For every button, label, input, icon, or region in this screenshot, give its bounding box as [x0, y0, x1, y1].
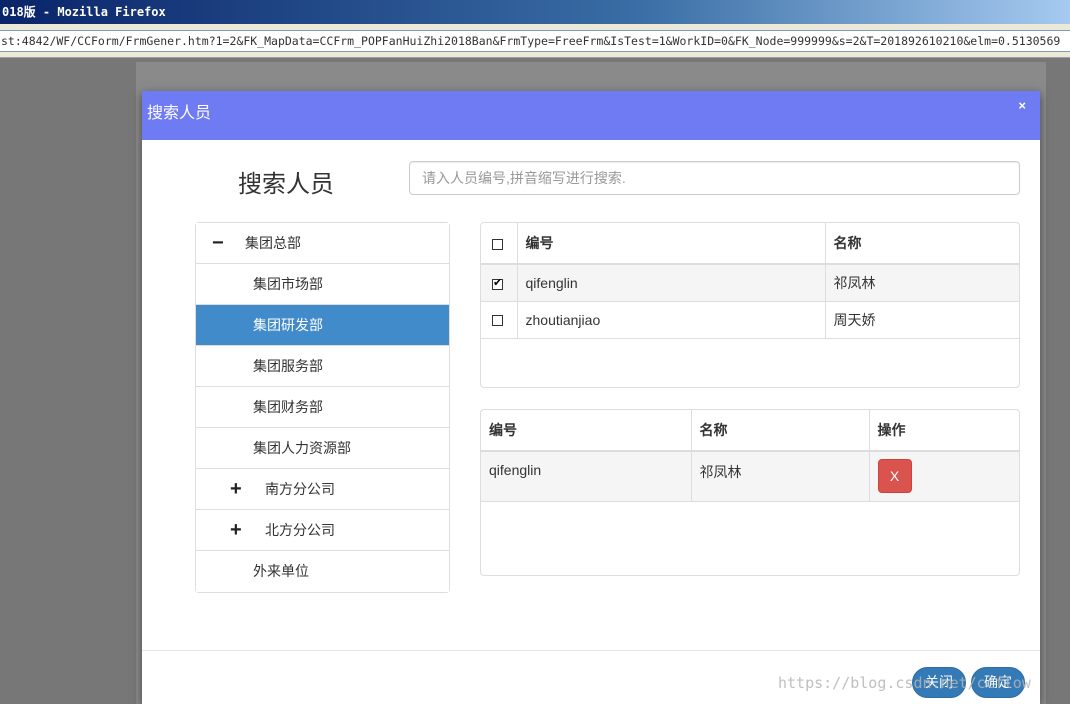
cell-id: qifenglin: [516, 263, 825, 301]
expand-icon[interactable]: +: [230, 469, 242, 509]
row-checkbox[interactable]: [492, 276, 503, 290]
remove-button[interactable]: X: [877, 459, 912, 494]
select-all-cell: [481, 223, 517, 265]
tree-item-label: 外来单位: [253, 563, 309, 579]
tree-item[interactable]: 集团财务部: [196, 387, 449, 428]
close-icon[interactable]: ×: [1018, 98, 1026, 113]
candidate-table-panel: 编号 名称 qifenglin祁凤林zhoutianjiao周天娇: [480, 222, 1020, 388]
column-header-name: 名称: [824, 223, 1019, 265]
row-select-cell: [481, 263, 517, 301]
tree-item[interactable]: 集团研发部: [196, 305, 449, 346]
table-row[interactable]: qifenglin祁凤林: [481, 263, 1019, 301]
address-bar: st:4842/WF/CCForm/FrmGener.htm?1=2&FK_Ma…: [0, 24, 1070, 58]
department-tree: − 集团总部集团市场部集团研发部集团服务部集团财务部集团人力资源部 + 南方分公司 + 北…: [195, 222, 450, 593]
cell-name: 祁凤林: [690, 450, 869, 501]
selected-table-panel: 编号 名称 操作 qifenglin 祁凤林 X: [480, 409, 1020, 576]
tree-item-label: 集团市场部: [253, 276, 323, 292]
row-select-cell: [481, 300, 517, 338]
tree-item-label: 北方分公司: [265, 522, 335, 538]
tree-item[interactable]: + 南方分公司: [196, 469, 449, 510]
candidate-table: 编号 名称 qifenglin祁凤林zhoutianjiao周天娇: [481, 223, 1019, 387]
tree-item-label: 集团人力资源部: [253, 440, 351, 456]
selected-table: 编号 名称 操作 qifenglin 祁凤林 X: [481, 410, 1019, 575]
tree-item[interactable]: 外来单位: [196, 551, 449, 592]
tree-item[interactable]: 集团人力资源部: [196, 428, 449, 469]
column-header-id: 编号: [481, 410, 691, 452]
window-title-bar: 018版 - Mozilla Firefox: [0, 0, 1070, 24]
tree-item-label: 南方分公司: [265, 481, 335, 497]
watermark: https://blog.csdn.net/ccflow: [778, 674, 1031, 692]
tree-item[interactable]: 集团服务部: [196, 346, 449, 387]
tree-item[interactable]: 集团市场部: [196, 264, 449, 305]
cell-name: 周天娇: [824, 300, 1019, 338]
row-checkbox[interactable]: [492, 315, 503, 327]
tree-item[interactable]: + 北方分公司: [196, 510, 449, 551]
collapse-icon[interactable]: −: [212, 223, 224, 263]
cell-action: X: [868, 450, 1019, 501]
url-field[interactable]: st:4842/WF/CCForm/FrmGener.htm?1=2&FK_Ma…: [0, 30, 1070, 52]
tree-item-label: 集团财务部: [253, 399, 323, 415]
search-heading: 搜索人员: [238, 171, 334, 198]
dialog-title: 搜索人员: [147, 105, 212, 122]
table-row[interactable]: zhoutianjiao 周天娇: [481, 300, 1019, 338]
column-header-action: 操作: [868, 410, 1019, 452]
column-header-id: 编号: [516, 223, 825, 265]
tree-item[interactable]: − 集团总部: [196, 223, 449, 264]
search-people-dialog: 搜索人员 × 搜索人员 − 集团总部集团市场部集团研发部集团服务部集团财务部集团人…: [142, 91, 1040, 704]
tree-item-label: 集团总部: [245, 235, 301, 251]
table-row: qifenglin 祁凤林 X: [481, 450, 1019, 501]
select-all-checkbox[interactable]: [492, 238, 503, 250]
footer-divider: [142, 650, 1040, 651]
dialog-header: 搜索人员 ×: [142, 91, 1040, 140]
cell-id: zhoutianjiao: [516, 300, 825, 338]
cell-name: 祁凤林: [824, 263, 1019, 301]
tree-item-label: 集团研发部: [253, 317, 323, 333]
column-header-name: 名称: [690, 410, 869, 452]
search-input[interactable]: [409, 161, 1020, 195]
expand-icon[interactable]: +: [230, 510, 242, 550]
tree-item-label: 集团服务部: [253, 358, 323, 374]
cell-id: qifenglin: [481, 450, 691, 501]
